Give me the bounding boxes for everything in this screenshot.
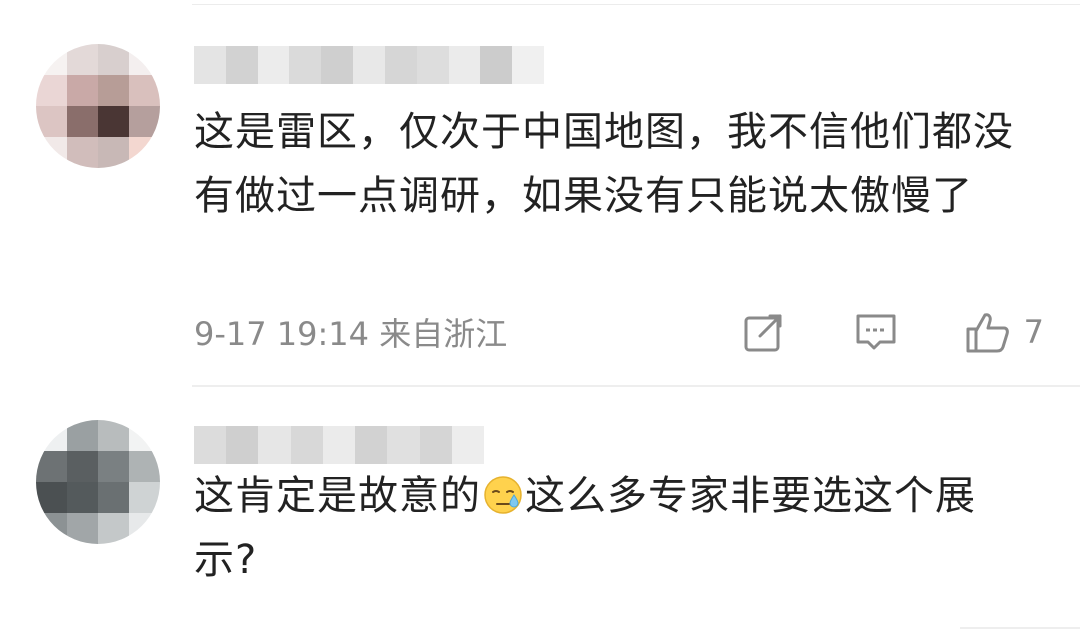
comment-text: 这肯定是故意的 这么多专家非要选这个展示? xyxy=(194,464,1014,592)
comment-item: 这肯定是故意的 这么多专家非要选这个展示? xyxy=(0,420,1080,631)
bottom-divider xyxy=(960,627,1080,629)
comment-meta: 9-17 19:14 来自浙江 7 xyxy=(194,308,1044,356)
top-divider xyxy=(192,4,1080,5)
comment-button[interactable] xyxy=(852,308,900,356)
location-text: 来自浙江 xyxy=(379,315,508,353)
comment-text: 这是雷区，仅次于中国地图，我不信他们都没有做过一点调研，如果没有只能说太傲慢了 xyxy=(194,109,1014,219)
comment-item: 这是雷区，仅次于中国地图，我不信他们都没有做过一点调研，如果没有只能说太傲慢了 … xyxy=(0,40,1080,387)
comment-timestamp: 9-17 19:14 来自浙江 xyxy=(194,309,507,355)
repost-button[interactable] xyxy=(740,308,788,356)
timestamp-text: 9-17 19:14 xyxy=(194,315,370,353)
share-icon xyxy=(744,314,782,352)
username-pixelated[interactable] xyxy=(194,46,544,84)
avatar-pixelated[interactable] xyxy=(36,44,160,168)
text-before-emoji: 这肯定是故意的 xyxy=(194,473,481,519)
thumbs-up-icon xyxy=(966,313,1009,353)
like-button[interactable] xyxy=(964,308,1012,356)
sweat-face-emoji-icon xyxy=(484,476,522,514)
like-count: 7 xyxy=(1023,313,1044,351)
comment-icon xyxy=(856,314,896,350)
avatar-pixelated[interactable] xyxy=(36,420,160,544)
comment-divider xyxy=(192,385,1080,387)
username-pixelated[interactable] xyxy=(194,426,484,464)
